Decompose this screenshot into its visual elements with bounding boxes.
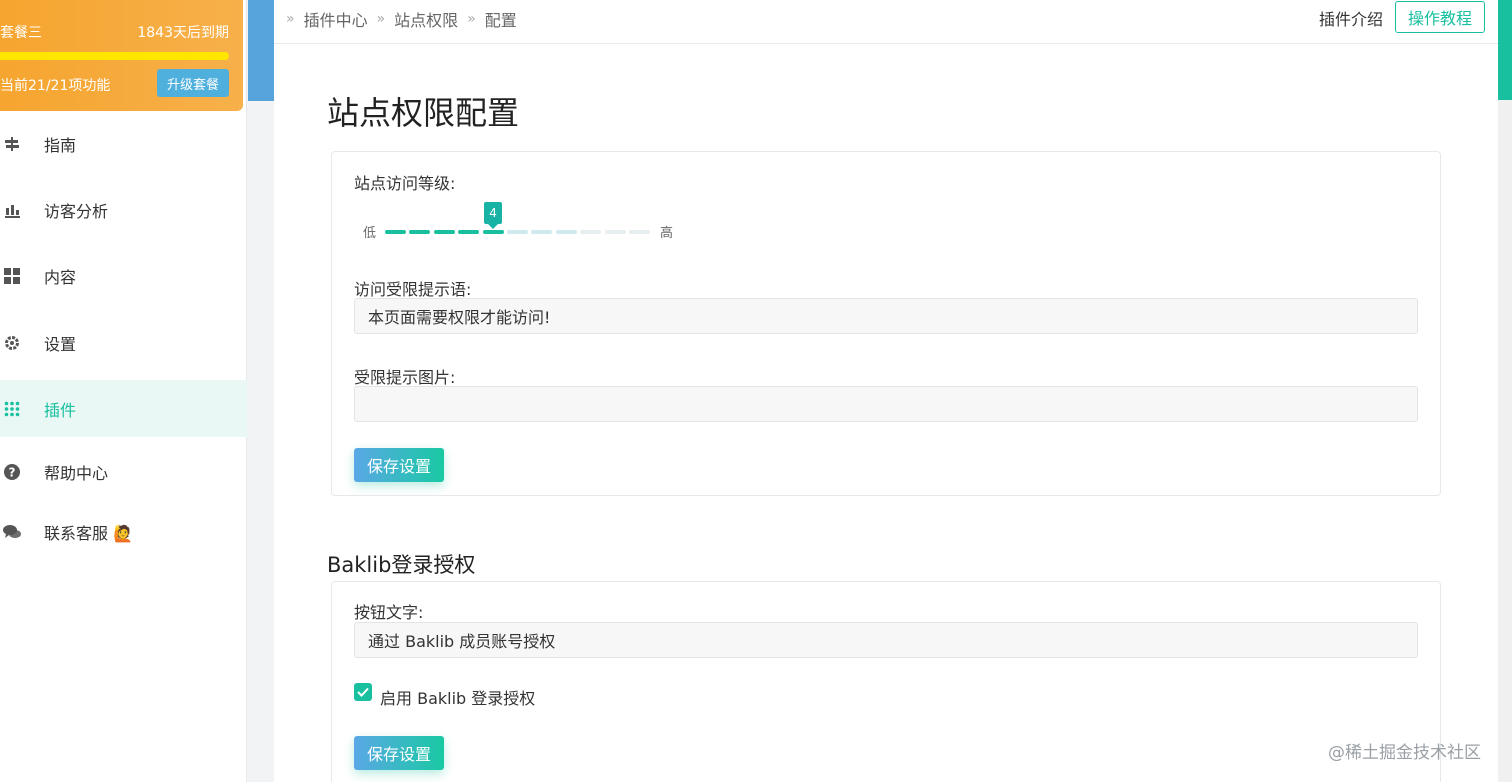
level-segment[interactable] (433, 230, 455, 234)
chevron-double-right-icon: » (286, 11, 295, 27)
plan-expire-text: 1843天后到期 (137, 25, 229, 41)
sidebar-item-settings[interactable]: 设置 (0, 315, 247, 371)
level-segment[interactable] (482, 230, 504, 234)
chat-icon (3, 523, 21, 541)
plugin-intro-link[interactable]: 插件介绍 (1319, 6, 1383, 30)
scrollbar-track[interactable] (1498, 0, 1512, 782)
sidebar-item-plugins[interactable]: 插件 (0, 380, 247, 437)
sidebar-item-label: 联系客服 🙋 (44, 524, 134, 543)
scrollbar-thumb[interactable] (1498, 0, 1512, 100)
enable-baklib-checkbox[interactable] (354, 683, 372, 701)
plan-card: 套餐三 1843天后到期 当前21/21项功能 升级套餐 (0, 0, 243, 111)
sidebar-item-label: 内容 (44, 268, 77, 287)
restricted-message-input[interactable]: 本页面需要权限才能访问! (354, 298, 1418, 334)
chevron-double-right-icon: » (467, 11, 476, 27)
breadcrumb: » 插件中心 » 站点权限 » 配置 (286, 7, 526, 31)
header-accent-strip (248, 0, 274, 101)
main-content: 站点权限配置 站点访问等级: 低 4 高 访问受限提示语: 本页面需要权限才能访… (274, 44, 1498, 782)
plan-progress-bar (0, 52, 229, 60)
restricted-image-label: 受限提示图片: (354, 368, 456, 387)
sidebar-item-guide[interactable]: 指南 (0, 116, 247, 172)
sidebar-item-label: 访客分析 (44, 202, 109, 221)
question-icon: ? (3, 463, 21, 481)
gear-icon (3, 334, 21, 352)
button-text-label: 按钮文字: (354, 603, 424, 622)
level-segment[interactable] (531, 230, 553, 234)
chevron-double-right-icon: » (376, 11, 386, 27)
sidebar-item-contact-support[interactable]: 联系客服 🙋 (0, 504, 247, 560)
plan-name: 套餐三 (0, 25, 42, 41)
sidebar-item-label: 指南 (44, 136, 77, 155)
signpost-icon (3, 135, 21, 153)
level-value-tooltip: 4 (484, 202, 503, 229)
sidebar-item-label: 设置 (44, 335, 77, 354)
level-segment[interactable] (604, 230, 626, 234)
grid-icon (3, 267, 21, 285)
baklib-settings-panel: 按钮文字: 通过 Baklib 成员账号授权 启用 Baklib 登录授权 保存… (331, 581, 1441, 782)
sidebar-item-label: 帮助中心 (44, 464, 109, 483)
restricted-image-input[interactable] (354, 386, 1418, 422)
check-icon (357, 687, 369, 697)
breadcrumb-plugin-center[interactable]: 插件中心 (304, 7, 368, 31)
bar-chart-icon (3, 201, 21, 219)
upgrade-plan-button[interactable]: 升级套餐 (157, 69, 229, 97)
sidebar: 套餐三 1843天后到期 当前21/21项功能 升级套餐 指南 访客分析 内容 (0, 0, 247, 782)
access-level-label: 站点访问等级: (354, 174, 456, 193)
breadcrumb-config: 配置 (484, 11, 517, 30)
access-settings-panel: 站点访问等级: 低 4 高 访问受限提示语: 本页面需要权限才能访问! 受限提示… (331, 151, 1441, 496)
svg-text:?: ? (9, 466, 16, 480)
save-settings-button[interactable]: 保存设置 (354, 448, 444, 482)
level-segment[interactable] (629, 230, 650, 234)
watermark: @稀土掘金技术社区 (1328, 743, 1481, 763)
level-segment[interactable] (409, 230, 431, 234)
page-title: 站点权限配置 (327, 94, 520, 132)
app-root: 套餐三 1843天后到期 当前21/21项功能 升级套餐 指南 访客分析 内容 (0, 0, 1512, 782)
sidebar-item-visitor-analytics[interactable]: 访客分析 (0, 182, 247, 238)
level-high-label: 高 (660, 226, 674, 241)
level-segment[interactable] (507, 230, 528, 234)
plan-features-text: 当前21/21项功能 (0, 78, 111, 94)
dots-grid-icon (3, 400, 21, 418)
sidebar-item-help-center[interactable]: ? 帮助中心 (0, 444, 247, 500)
restricted-message-label: 访问受限提示语: (354, 280, 472, 299)
top-bar: » 插件中心 » 站点权限 » 配置 插件介绍 操作教程 (274, 0, 1498, 44)
save-settings-button[interactable]: 保存设置 (354, 736, 444, 770)
level-segment[interactable] (555, 230, 577, 234)
level-segment[interactable] (385, 230, 406, 234)
sidebar-item-content[interactable]: 内容 (0, 248, 247, 304)
breadcrumb-site-permission[interactable]: 站点权限 (394, 7, 458, 31)
level-segment[interactable] (580, 230, 602, 234)
baklib-section-title: Baklib登录授权 (327, 553, 476, 577)
access-level-slider[interactable]: 低 4 高 (354, 202, 684, 248)
tutorial-button[interactable]: 操作教程 (1395, 1, 1485, 33)
level-segment[interactable] (458, 230, 480, 234)
level-low-label: 低 (363, 226, 377, 241)
enable-baklib-label[interactable]: 启用 Baklib 登录授权 (380, 685, 535, 709)
sidebar-item-label: 插件 (44, 400, 77, 420)
button-text-input[interactable]: 通过 Baklib 成员账号授权 (354, 622, 1418, 658)
